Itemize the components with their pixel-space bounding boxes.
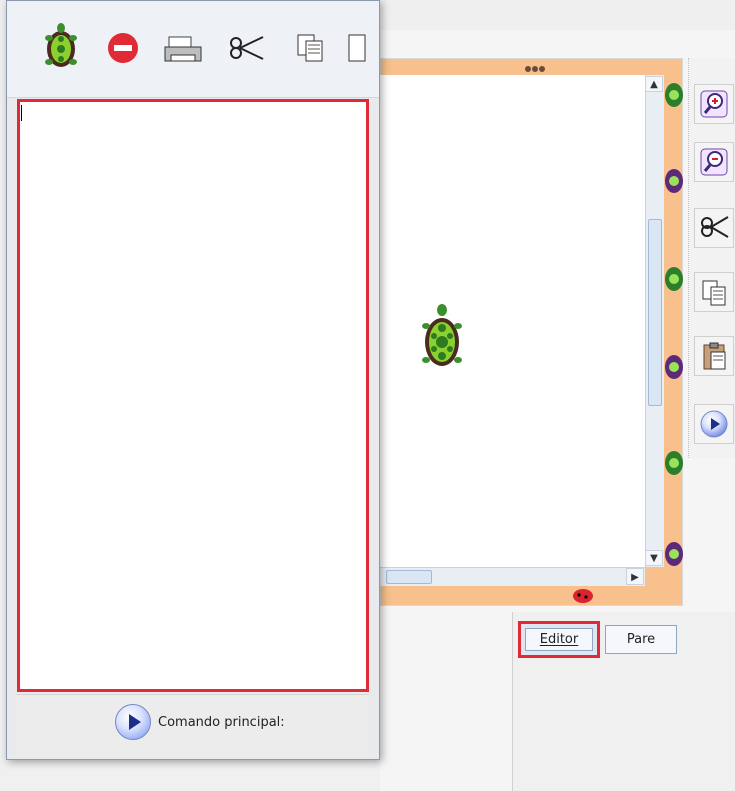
frame-turtle-icon [665, 83, 683, 107]
turtle-tool-button[interactable] [35, 19, 87, 77]
scroll-up-arrow-icon[interactable]: ▲ [645, 76, 663, 92]
frame-turtle-icon [665, 542, 683, 566]
paste-icon [348, 34, 366, 62]
text-caret [21, 105, 22, 121]
frame-turtle-icon [665, 267, 683, 291]
zoom-in-icon [700, 90, 728, 118]
editor-window: Comando principal: [6, 0, 380, 760]
scissors-icon [230, 36, 264, 60]
zoom-out-button[interactable] [694, 142, 734, 182]
cut-button[interactable] [694, 208, 734, 248]
stop-tool-button[interactable] [97, 19, 149, 77]
frame-ant-icon [525, 66, 545, 72]
copy-button[interactable] [694, 272, 734, 312]
horizontal-scroll-thumb[interactable] [386, 570, 432, 584]
stop-icon [108, 33, 138, 63]
print-tool-button[interactable] [157, 19, 209, 77]
frame-turtle-icon [665, 355, 683, 379]
frame-ladybug-icon [573, 589, 593, 603]
copy-icon [297, 34, 323, 62]
copy-icon [702, 280, 726, 306]
vertical-scroll-thumb[interactable] [648, 219, 662, 406]
editor-button-label: Editor [525, 628, 593, 651]
turtle-icon [45, 23, 77, 67]
run-command-icon[interactable] [115, 704, 151, 740]
copy-tool-button[interactable] [285, 19, 337, 77]
scroll-right-arrow-icon[interactable]: ▶ [626, 568, 644, 585]
paste-tool-button[interactable] [347, 19, 367, 77]
frame-turtle-icon [665, 451, 683, 475]
cut-icon [701, 216, 729, 238]
frame-turtle-icon [665, 169, 683, 193]
editor-button[interactable]: Editor [518, 621, 600, 658]
scroll-down-arrow-icon[interactable]: ▼ [645, 550, 663, 566]
play-button[interactable] [694, 404, 734, 444]
paste-icon [703, 342, 726, 370]
paste-button[interactable] [694, 336, 734, 376]
printer-icon [164, 36, 202, 62]
main-command-label: Comando principal: [158, 715, 285, 730]
editor-textarea[interactable] [17, 99, 369, 692]
cut-tool-button[interactable] [221, 19, 273, 77]
zoom-out-icon [700, 148, 728, 176]
zoom-in-button[interactable] [694, 84, 734, 124]
stop-button[interactable]: Pare [605, 625, 677, 654]
app-top-bar [380, 0, 735, 31]
play-icon [700, 410, 728, 438]
canvas-turtle-icon [422, 304, 462, 366]
